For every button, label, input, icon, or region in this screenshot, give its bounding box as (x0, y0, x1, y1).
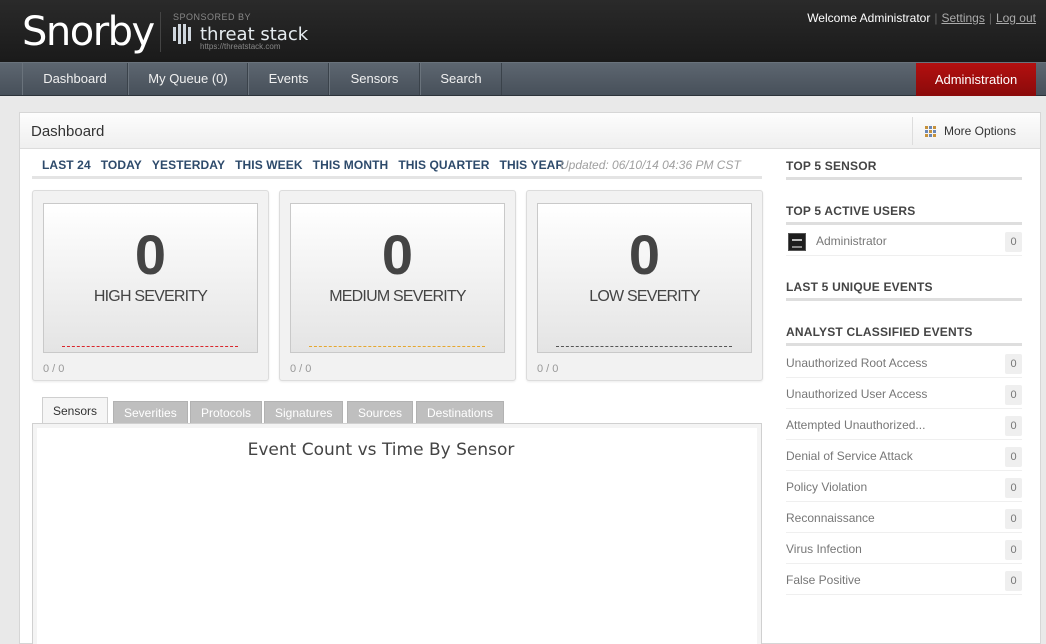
classification-row[interactable]: Reconnaissance 0 (786, 502, 1022, 533)
range-this-year[interactable]: THIS YEAR (500, 158, 565, 172)
count-badge: 0 (1005, 416, 1022, 436)
user-row[interactable]: Administrator 0 (786, 225, 1022, 256)
classification-label: Denial of Service Attack (786, 449, 913, 463)
count-badge: 0 (1005, 447, 1022, 467)
updated-timestamp: Updated: 06/10/14 04:36 PM CST (560, 158, 741, 172)
user-menu: Welcome Administrator | Settings | Log out (807, 11, 1036, 25)
severity-label: MEDIUM SEVERITY (329, 288, 466, 305)
settings-link[interactable]: Settings (941, 11, 984, 25)
top-sensor-heading: TOP 5 SENSOR (786, 159, 877, 173)
range-last-24[interactable]: LAST 24 (42, 158, 91, 172)
severity-ratio: 0 / 0 (537, 363, 559, 375)
avatar (788, 233, 806, 251)
more-options-label: More Options (943, 124, 1016, 138)
grid-icon (924, 125, 936, 137)
classification-row[interactable]: Attempted Unauthorized... 0 (786, 409, 1022, 440)
count-badge: 0 (1005, 571, 1022, 591)
severity-indicator (556, 346, 732, 348)
count-badge: 0 (1005, 509, 1022, 529)
chart-title: Event Count vs Time By Sensor (247, 440, 515, 460)
divider (32, 176, 762, 179)
threat-stack-icon (173, 23, 195, 45)
classification-label: Attempted Unauthorized... (786, 418, 926, 432)
range-yesterday[interactable]: YESTERDAY (152, 158, 225, 172)
range-this-month[interactable]: THIS MONTH (313, 158, 389, 172)
severity-count: 0 (628, 223, 661, 286)
count-badge: 0 (1005, 540, 1022, 560)
classification-row[interactable]: Unauthorized User Access 0 (786, 378, 1022, 409)
tab-protocols[interactable]: Protocols (190, 401, 263, 423)
dashboard-panel: Dashboard More Options LAST 24 TODAY YES… (19, 112, 1041, 644)
high-severity-card[interactable]: 0 HIGH SEVERITY 0 / 0 (32, 190, 269, 381)
classification-label: Reconnaissance (786, 511, 875, 525)
nav-dashboard[interactable]: Dashboard (22, 63, 128, 95)
classification-label: Policy Violation (786, 480, 868, 494)
severity-ratio: 0 / 0 (290, 363, 312, 375)
severity-box: 0 LOW SEVERITY (537, 203, 752, 353)
divider (786, 177, 1022, 180)
medium-severity-card[interactable]: 0 MEDIUM SEVERITY 0 / 0 (279, 190, 516, 381)
unique-events-heading: LAST 5 UNIQUE EVENTS (786, 280, 933, 294)
tab-signatures[interactable]: Signatures (264, 401, 344, 423)
divider (786, 298, 1022, 301)
count-badge: 0 (1005, 232, 1022, 252)
panel-header: Dashboard More Options (20, 113, 1040, 149)
severity-count: 0 (381, 223, 414, 286)
nav-administration[interactable]: Administration (916, 63, 1036, 96)
severity-indicator (309, 346, 485, 348)
more-options-button[interactable]: More Options (911, 117, 1028, 145)
logout-link[interactable]: Log out (996, 11, 1036, 25)
range-this-week[interactable]: THIS WEEK (235, 158, 303, 172)
classification-row[interactable]: Denial of Service Attack 0 (786, 440, 1022, 471)
count-badge: 0 (1005, 385, 1022, 405)
severity-box: 0 MEDIUM SEVERITY (290, 203, 505, 353)
classification-label: Unauthorized Root Access (786, 356, 928, 370)
tab-sources[interactable]: Sources (347, 401, 414, 423)
chart-frame: Event Count vs Time By Sensor (32, 423, 762, 644)
range-this-quarter[interactable]: THIS QUARTER (398, 158, 489, 172)
low-severity-card[interactable]: 0 LOW SEVERITY 0 / 0 (526, 190, 763, 381)
severity-label: LOW SEVERITY (589, 288, 700, 305)
nav-events[interactable]: Events (248, 63, 329, 95)
main-nav: Dashboard My Queue (0) Events Sensors Se… (0, 62, 1046, 96)
time-range-selector: LAST 24 TODAY YESTERDAY THIS WEEK THIS M… (42, 158, 564, 172)
sponsor-caption: SPONSORED BY (173, 12, 252, 22)
nav-search[interactable]: Search (420, 63, 502, 95)
page-title: Dashboard (31, 123, 105, 140)
severity-label: HIGH SEVERITY (93, 288, 208, 305)
tab-sensors[interactable]: Sensors (42, 397, 109, 424)
classification-label: False Positive (786, 573, 861, 587)
classification-label: Virus Infection (786, 542, 862, 556)
severity-box: 0 HIGH SEVERITY (43, 203, 258, 353)
chart-area: Event Count vs Time By Sensor (37, 428, 757, 644)
severity-ratio: 0 / 0 (43, 363, 65, 375)
top-users-heading: TOP 5 ACTIVE USERS (786, 204, 916, 218)
classification-row[interactable]: Policy Violation 0 (786, 471, 1022, 502)
top-header: Snorby SPONSORED BY threat stack https:/… (0, 0, 1046, 62)
severity-indicator (62, 346, 238, 348)
welcome-text: Welcome Administrator (807, 11, 931, 25)
classified-events-heading: ANALYST CLASSIFIED EVENTS (786, 325, 973, 339)
tab-destinations[interactable]: Destinations (416, 401, 505, 423)
classification-row[interactable]: Unauthorized Root Access 0 (786, 347, 1022, 378)
nav-sensors[interactable]: Sensors (329, 63, 420, 95)
classification-row[interactable]: Virus Infection 0 (786, 533, 1022, 564)
classification-label: Unauthorized User Access (786, 387, 928, 401)
classification-row[interactable]: False Positive 0 (786, 564, 1022, 595)
user-name: Administrator (816, 234, 887, 248)
divider (786, 343, 1022, 346)
nav-my-queue[interactable]: My Queue (0) (128, 63, 248, 95)
tab-severities[interactable]: Severities (113, 401, 188, 423)
app-logo[interactable]: Snorby (22, 9, 155, 55)
sponsor-url: https://threatstack.com (200, 42, 281, 51)
range-today[interactable]: TODAY (101, 158, 142, 172)
logo-divider (160, 12, 161, 52)
count-badge: 0 (1005, 478, 1022, 498)
count-badge: 0 (1005, 354, 1022, 374)
severity-count: 0 (134, 223, 167, 286)
